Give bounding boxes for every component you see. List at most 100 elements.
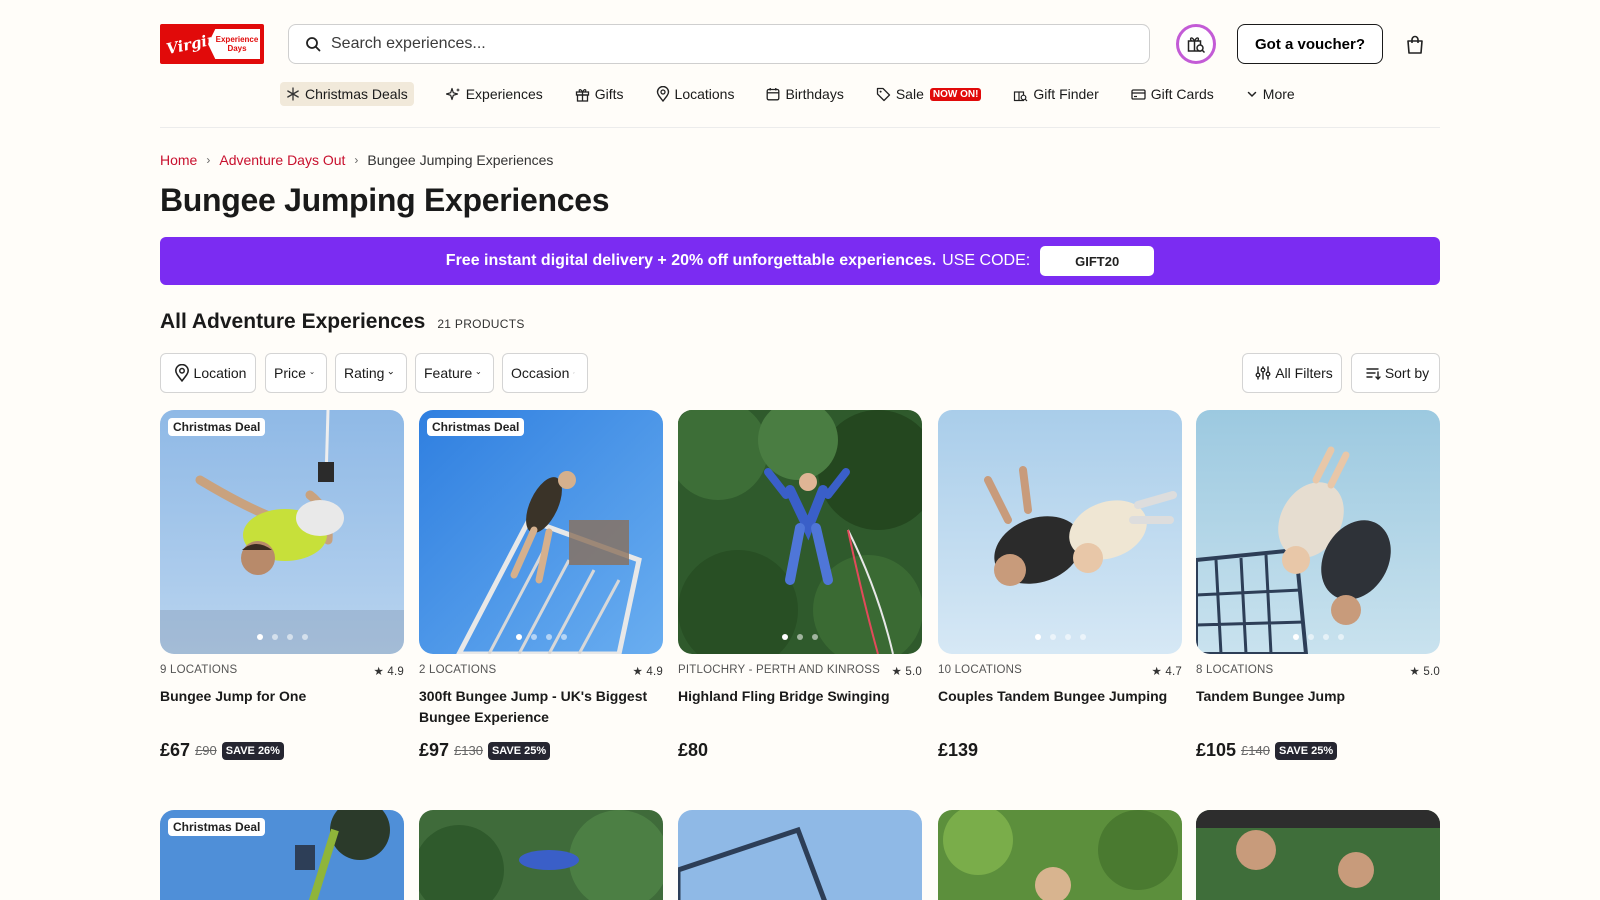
map-pin-icon	[656, 86, 669, 102]
product-image[interactable]: Christmas Deal	[419, 410, 663, 654]
promo-banner: Free instant digital delivery + 20% off …	[160, 237, 1440, 285]
search-icon	[306, 37, 321, 52]
nav-birthdays[interactable]: Birthdays	[766, 82, 844, 106]
promo-code-button[interactable]: GIFT20	[1040, 246, 1155, 276]
breadcrumb-current: Bungee Jumping Experiences	[367, 152, 554, 168]
product-name[interactable]: Bungee Jump for One	[160, 686, 404, 728]
product-price: £80	[678, 740, 709, 760]
sort-by-button[interactable]: Sort by	[1351, 353, 1440, 393]
calendar-icon	[767, 88, 780, 101]
product-card[interactable]: Christmas Deal 9 LOCATIONS ★ 4.9 Bungee J…	[160, 410, 404, 761]
gift-search-icon	[1187, 37, 1206, 54]
nav-experiences[interactable]: Experiences	[445, 82, 543, 106]
product-price: £105	[1196, 740, 1237, 760]
chevron-down-icon	[573, 372, 575, 374]
product-card[interactable]: 10 LOCATIONS ★ 4.7 Couples Tandem Bungee …	[938, 410, 1182, 761]
product-grid-row-2: Christmas Deal	[160, 810, 1440, 900]
product-name[interactable]: Couples Tandem Bungee Jumping	[938, 686, 1182, 728]
nav-locations[interactable]: Locations	[656, 82, 734, 106]
product-image[interactable]	[938, 810, 1182, 900]
map-pin-icon	[174, 364, 189, 382]
brand-logo[interactable]: Virgin Experience Days	[160, 24, 264, 64]
product-old-price: £130	[454, 743, 483, 758]
product-image[interactable]	[1196, 410, 1440, 654]
star-icon: ★	[632, 666, 643, 678]
page-title: Bungee Jumping Experiences	[160, 182, 610, 218]
chevron-down-icon	[310, 372, 314, 375]
save-badge: SAVE 25%	[487, 741, 551, 760]
save-badge: SAVE 25%	[1274, 741, 1338, 760]
basket-button[interactable]	[1402, 32, 1428, 58]
chevron-down-icon	[476, 372, 481, 375]
image-carousel-dots[interactable]	[1196, 634, 1440, 640]
promo-code-label: USE CODE:	[942, 252, 1031, 269]
gift-search-icon	[1014, 90, 1028, 101]
christmas-deal-tag: Christmas Deal	[168, 418, 266, 436]
tag-icon	[876, 87, 890, 101]
product-image[interactable]	[419, 810, 663, 900]
image-carousel-dots[interactable]	[678, 634, 922, 640]
nav-gift-cards[interactable]: Gift Cards	[1131, 82, 1214, 106]
filter-price[interactable]: Price	[265, 353, 327, 393]
shopping-bag-icon	[1407, 35, 1423, 54]
product-image[interactable]	[1196, 810, 1440, 900]
product-image[interactable]	[678, 810, 922, 900]
product-image[interactable]	[938, 410, 1182, 654]
nav-sale[interactable]: Sale NOW ON!	[876, 82, 982, 106]
breadcrumb-home[interactable]: Home	[160, 152, 197, 168]
sparkle-icon	[445, 87, 460, 100]
product-name[interactable]: Highland Fling Bridge Swinging	[678, 686, 922, 728]
christmas-deal-tag: Christmas Deal	[168, 818, 266, 836]
image-carousel-dots[interactable]	[160, 634, 404, 640]
got-voucher-button[interactable]: Got a voucher?	[1237, 24, 1383, 64]
chevron-down-icon	[389, 371, 394, 375]
product-image[interactable]	[678, 410, 922, 654]
product-count: 21 PRODUCTS	[437, 317, 525, 331]
sliders-icon	[1255, 366, 1271, 380]
nav-gift-finder[interactable]: Gift Finder	[1013, 82, 1099, 106]
filter-occasion[interactable]: Occasion	[502, 353, 588, 393]
section-title: All Adventure Experiences	[160, 310, 426, 333]
site-header: Virgin Experience Days Got a voucher?	[160, 0, 1440, 88]
search-input[interactable]	[331, 35, 1111, 53]
product-card[interactable]: Christmas Deal 2 LOCATIONS ★ 4.9 300ft Bu…	[419, 410, 663, 761]
filter-location[interactable]: Location	[160, 353, 256, 393]
credit-card-icon	[1131, 88, 1146, 100]
image-carousel-dots[interactable]	[419, 634, 663, 640]
save-badge: SAVE 26%	[221, 741, 284, 760]
product-old-price: £140	[1241, 743, 1270, 758]
christmas-deal-tag: Christmas Deal	[427, 418, 525, 436]
filter-feature[interactable]: Feature	[415, 353, 494, 393]
search-bar[interactable]	[288, 24, 1150, 64]
product-rating: ★ 5.0	[891, 666, 922, 678]
nav-more[interactable]: More	[1246, 82, 1295, 106]
nav-gifts[interactable]: Gifts	[575, 82, 624, 106]
product-rating: ★ 4.9	[373, 666, 404, 678]
star-icon: ★	[373, 666, 384, 678]
product-card[interactable]: PITLOCHRY - PERTH AND KINROSS ★ 5.0 Highl…	[678, 410, 922, 761]
promo-text: Free instant digital delivery + 20% off …	[445, 252, 937, 269]
breadcrumb-adventure-days-out[interactable]: Adventure Days Out	[219, 152, 345, 168]
chevron-down-icon	[1247, 91, 1257, 98]
filter-rating[interactable]: Rating	[335, 353, 407, 393]
product-image[interactable]: Christmas Deal	[160, 410, 404, 654]
product-rating: ★ 4.7	[1151, 666, 1182, 678]
filter-bar: Location Price Rating Feature Occasion A…	[160, 353, 1440, 393]
sort-icon	[1366, 368, 1381, 380]
product-image[interactable]: Christmas Deal	[160, 810, 404, 900]
product-locations: PITLOCHRY - PERTH AND KINROSS	[678, 664, 880, 676]
all-filters-button[interactable]: All Filters	[1242, 353, 1342, 393]
star-icon: ★	[1409, 666, 1420, 678]
product-name[interactable]: 300ft Bungee Jump - UK's Biggest Bungee …	[419, 686, 663, 728]
product-locations: 2 LOCATIONS	[419, 664, 497, 676]
section-header: All Adventure Experiences 21 PRODUCTS	[160, 310, 1440, 338]
gift-finder-button[interactable]	[1176, 24, 1216, 64]
product-name[interactable]: Tandem Bungee Jump	[1196, 686, 1440, 728]
main-nav: Christmas Deals Experiences Gifts Locati…	[160, 80, 1440, 128]
nav-christmas-deals[interactable]: Christmas Deals	[280, 82, 414, 106]
sale-now-on-badge: NOW ON!	[929, 87, 982, 101]
image-carousel-dots[interactable]	[938, 634, 1182, 640]
chevron-right-icon: ›	[206, 153, 211, 167]
product-rating: ★ 5.0	[1409, 666, 1440, 678]
product-card[interactable]: 8 LOCATIONS ★ 5.0 Tandem Bungee Jump £105…	[1196, 410, 1440, 761]
